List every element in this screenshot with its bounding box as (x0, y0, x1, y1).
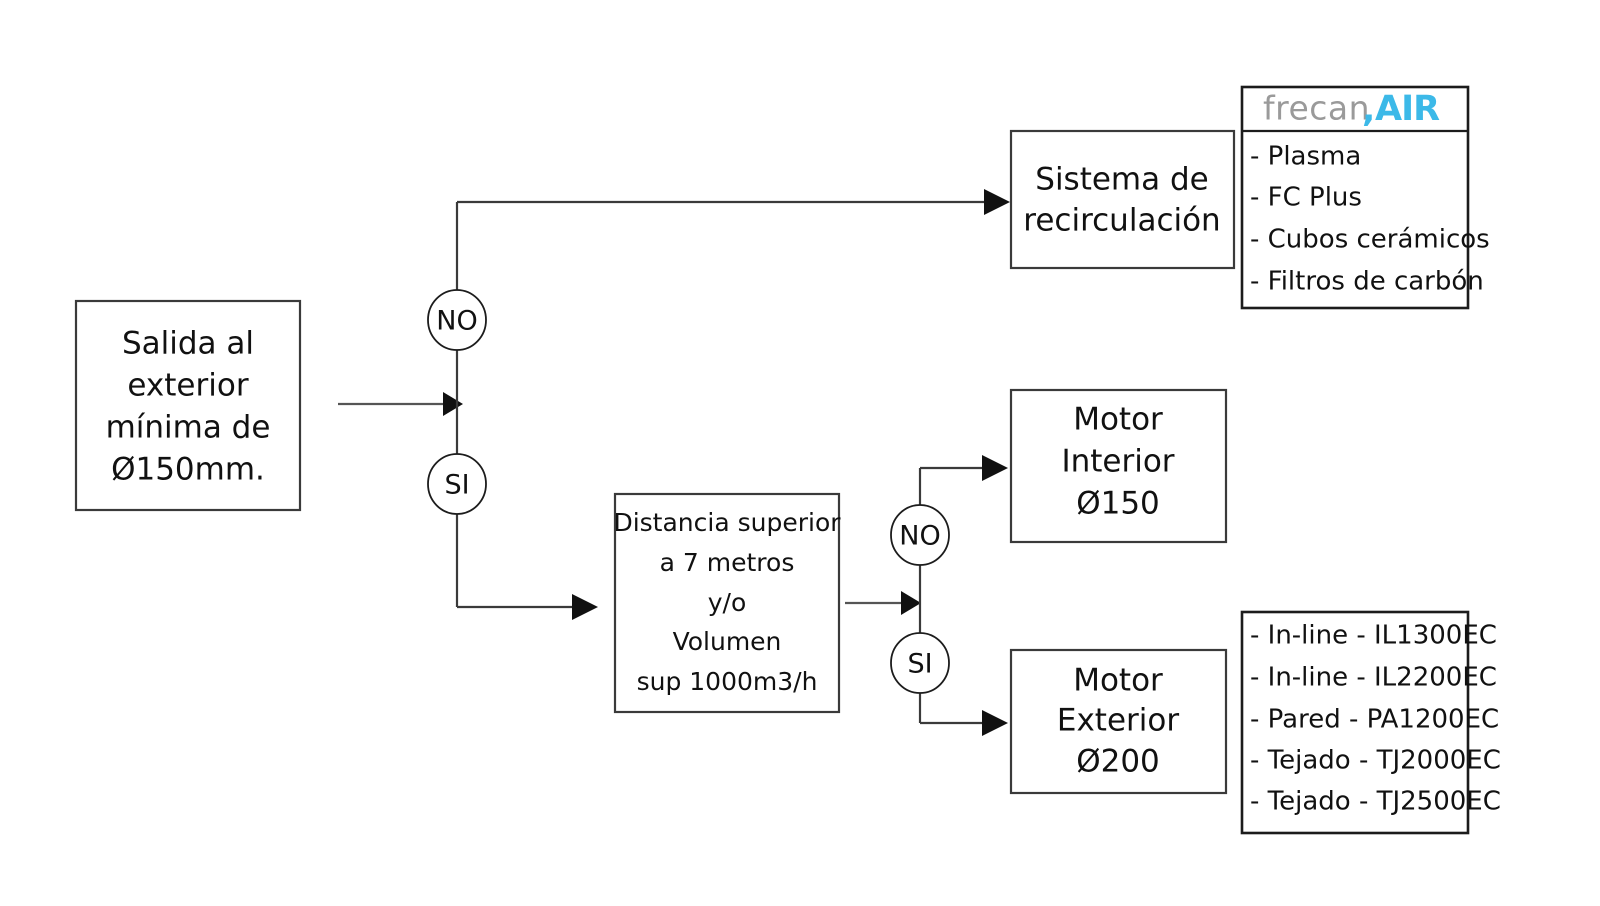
node-motor-exterior[interactable]: Motor Exterior Ø200 (1009, 648, 1228, 795)
exterior-item-2: - Pared - PA1200EC (1250, 705, 1499, 735)
logo-suffix-text: AIR (1375, 89, 1440, 129)
node-motor-exterior-line-3: Ø200 (1076, 744, 1160, 780)
node-salida-line-4: Ø150mm. (111, 452, 265, 488)
node-recirculacion-line-1: Sistema de (1035, 162, 1208, 198)
exterior-item-1: - In-line - IL2200EC (1250, 663, 1497, 693)
flowchart-canvas: Salida al exterior mínima de Ø150mm. NO … (74, 85, 1501, 835)
recirc-item-3: - Filtros de carbón (1250, 267, 1484, 297)
frecanair-logo: frecan , AIR (1263, 89, 1441, 131)
exterior-item-0: - In-line - IL1300EC (1250, 621, 1497, 651)
recirc-item-2: - Cubos cerámicos (1250, 225, 1490, 255)
node-distancia-line-5: sup 1000m3/h (637, 667, 818, 696)
decision-second-no-label: NO (899, 521, 940, 552)
decision-first-si[interactable]: SI (427, 453, 487, 515)
decision-first-no-label: NO (436, 306, 477, 337)
node-salida-exterior[interactable]: Salida al exterior mínima de Ø150mm. (74, 299, 302, 512)
node-recirculacion-line-2: recirculación (1023, 203, 1220, 239)
connector-no2-to-motor-interior (920, 455, 1008, 481)
node-distancia-line-4: Volumen (673, 627, 782, 656)
node-salida-line-1: Salida al (122, 326, 254, 362)
node-motor-interior-line-2: Interior (1061, 444, 1174, 480)
node-motor-exterior-line-1: Motor (1073, 663, 1163, 699)
panel-productos-recirculacion[interactable]: frecan , AIR - Plasma - FC Plus - Cubos … (1240, 85, 1490, 310)
logo-comma: , (1362, 90, 1374, 130)
decision-first-no[interactable]: NO (427, 289, 487, 351)
node-motor-interior-line-1: Motor (1073, 402, 1163, 438)
flowchart-diagram: Salida al exterior mínima de Ø150mm. NO … (0, 0, 1600, 906)
node-salida-line-3: mínima de (106, 410, 271, 446)
decision-first-si-label: SI (444, 470, 469, 501)
node-distancia-line-2: a 7 metros (660, 548, 795, 577)
decision-second-si-label: SI (907, 649, 932, 680)
connector-si-to-distance (457, 594, 598, 620)
node-distancia-line-3: y/o (708, 588, 747, 617)
logo-brand-text: frecan (1263, 89, 1370, 128)
decision-second-si[interactable]: SI (890, 632, 950, 694)
connector-distance-to-spine2 (845, 591, 921, 615)
recirc-item-1: - FC Plus (1250, 183, 1362, 213)
exterior-item-3: - Tejado - TJ2000EC (1250, 746, 1501, 776)
node-motor-exterior-line-2: Exterior (1057, 703, 1179, 739)
node-distancia-line-1: Distancia superior (613, 508, 841, 537)
connector-si2-to-motor-exterior (920, 710, 1008, 736)
exterior-item-4: - Tejado - TJ2500EC (1250, 787, 1501, 817)
panel-productos-exterior[interactable]: - In-line - IL1300EC - In-line - IL2200E… (1240, 610, 1501, 835)
node-motor-interior[interactable]: Motor Interior Ø150 (1009, 388, 1228, 544)
node-distancia-volumen[interactable]: Distancia superior a 7 metros y/o Volume… (613, 492, 841, 714)
connector-no-to-recirculation (457, 189, 1010, 215)
connector-start-to-spine (338, 392, 463, 416)
node-motor-interior-line-3: Ø150 (1076, 486, 1160, 522)
recirc-item-0: - Plasma (1250, 142, 1361, 172)
decision-second-no[interactable]: NO (890, 504, 950, 566)
node-salida-line-2: exterior (127, 368, 248, 404)
node-sistema-recirculacion[interactable]: Sistema de recirculación (1009, 129, 1236, 270)
